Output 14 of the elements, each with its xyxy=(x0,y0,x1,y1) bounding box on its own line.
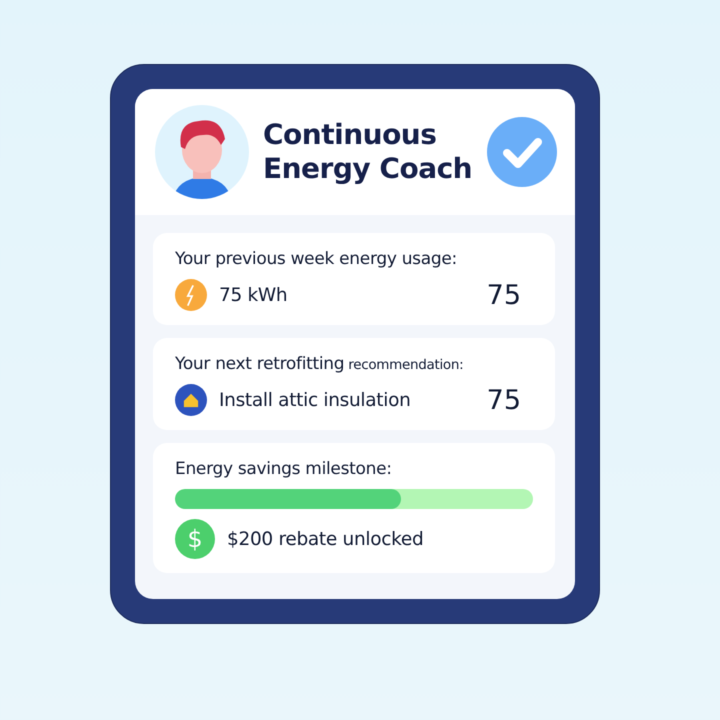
usage-amount: 75 kWh xyxy=(219,284,288,306)
recommendation-text: Install attic insulation xyxy=(219,390,412,410)
avatar-icon xyxy=(155,105,249,199)
app-title: Continuous xyxy=(263,118,438,152)
app-title: Energy Coach xyxy=(263,152,473,186)
house-icon xyxy=(175,384,207,416)
reward-text: $200 rebate unlocked xyxy=(227,528,424,550)
card-heading: Energy savings milestone: xyxy=(175,459,393,479)
score-value: 75 xyxy=(486,384,521,416)
lightning-icon xyxy=(175,279,207,311)
score-value: 75 xyxy=(486,280,521,310)
card-heading: Your next retrofitting recommendation: xyxy=(175,354,464,374)
dollar-icon: $ xyxy=(175,519,215,559)
card-heading: Your previous week energy usage: xyxy=(175,249,458,269)
